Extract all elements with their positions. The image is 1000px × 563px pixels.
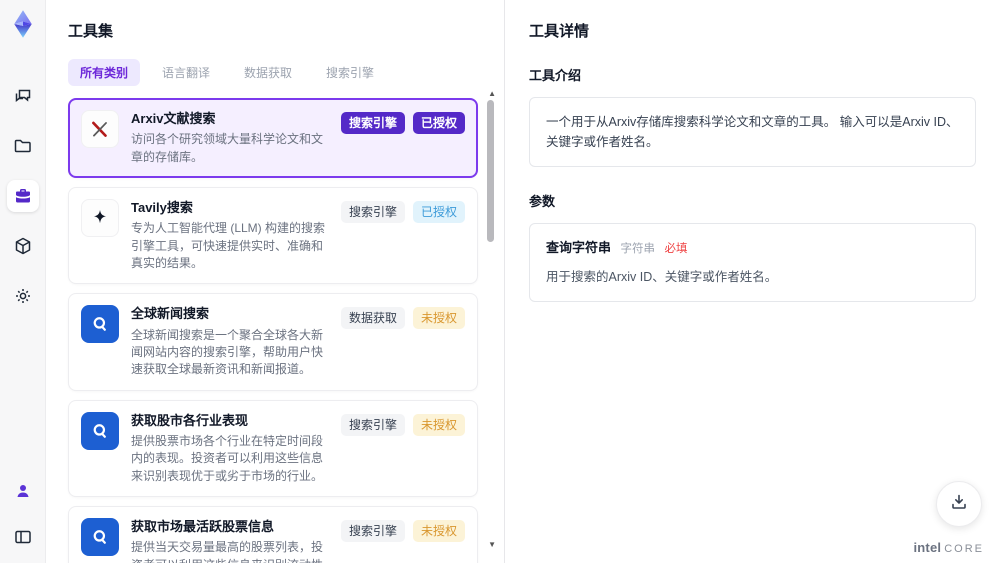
sidebar-item-files[interactable] — [7, 130, 39, 162]
tool-description: 提供股票市场各个行业在特定时间段内的表现。投资者可以利用这些信息来识别表现优于或… — [131, 433, 324, 483]
chat-icon — [13, 86, 33, 106]
category-badge: 搜索引擎 — [340, 520, 405, 543]
param-header: 查询字符串 字符串 必填 — [546, 238, 959, 259]
sidebar-item-models[interactable] — [7, 230, 39, 262]
params-heading: 参数 — [529, 194, 556, 209]
auth-badge: 未授权 — [412, 413, 465, 436]
auth-badge: 未授权 — [412, 520, 465, 543]
folder-icon — [13, 136, 33, 156]
param-name: 查询字符串 — [546, 240, 612, 255]
param-type: 字符串 — [620, 243, 656, 255]
auth-badge: 未授权 — [412, 307, 465, 330]
tab-1[interactable]: 语言翻译 — [150, 59, 222, 86]
auth-badge: 已授权 — [412, 112, 465, 134]
blue-search-icon — [81, 411, 119, 450]
auth-badge: 已授权 — [412, 200, 465, 223]
tool-description: 全球新闻搜索是一个聚合全球各大新闻网站内容的搜索引擎，帮助用户快速获取全球最新资… — [131, 327, 324, 377]
intro-heading: 工具介绍 — [529, 68, 582, 83]
tool-card[interactable]: Tavily搜索 专为人工智能代理 (LLM) 构建的搜索引擎工具，可快速提供实… — [68, 186, 478, 285]
blue-search-icon — [81, 305, 119, 344]
brand-core: CORE — [944, 543, 984, 555]
download-icon — [949, 492, 969, 517]
app-logo-icon[interactable] — [5, 6, 41, 42]
panel-layout-icon — [13, 527, 33, 547]
tab-3[interactable]: 搜索引擎 — [314, 59, 386, 86]
arxiv-icon — [81, 110, 119, 148]
tool-title: 获取股市各行业表现 — [131, 412, 249, 428]
sidebar-item-chat[interactable] — [7, 80, 39, 112]
tool-list: Arxiv文献搜索 访问各个研究领域大量科学论文和文章的存储库。 搜索引擎 已授… — [68, 98, 478, 563]
tool-card[interactable]: 获取股市各行业表现 提供股票市场各个行业在特定时间段内的表现。投资者可以利用这些… — [68, 399, 478, 498]
category-badge: 搜索引擎 — [340, 413, 405, 436]
app-window: 工具集 所有类别 语言翻译 数据获取 搜索引擎 Arxiv文献搜索 访问各个研究领域大… — [0, 0, 1000, 563]
sidebar-item-settings[interactable] — [7, 280, 39, 312]
intro-box: 一个用于从Arxiv存储库搜索科学论文和文章的工具。 输入可以是Arxiv ID… — [529, 97, 976, 167]
param-box: 查询字符串 字符串 必填 用于搜索的Arxiv ID、关键字或作者姓名。 — [529, 223, 976, 302]
category-badge: 数据获取 — [340, 307, 405, 330]
category-badge: 搜索引擎 — [340, 200, 405, 223]
category-badge: 搜索引擎 — [340, 112, 405, 134]
tool-description: 访问各个研究领域大量科学论文和文章的存储库。 — [131, 132, 324, 164]
tool-title: 全球新闻搜索 — [131, 306, 210, 322]
sidebar-item-tools[interactable] — [6, 180, 39, 212]
scrollbar-thumb[interactable] — [487, 100, 494, 242]
param-required-badge: 必填 — [664, 243, 688, 255]
tool-card[interactable]: 全球新闻搜索 全球新闻搜索是一个聚合全球各大新闻网站内容的搜索引擎，帮助用户快速… — [68, 293, 478, 391]
download-button[interactable] — [936, 481, 982, 527]
param-description: 用于搜索的Arxiv ID、关键字或作者姓名。 — [546, 269, 778, 284]
tool-description: 提供当天交易量最高的股票列表，投资者可以利用这些信息来识别流动性强的股票和潜在的… — [131, 540, 324, 563]
sparkle-icon — [81, 198, 119, 237]
user-avatar-icon — [13, 481, 33, 501]
scrollbar-track[interactable] — [487, 100, 494, 540]
tool-title: 获取市场最活跃股票信息 — [131, 519, 275, 535]
tool-card[interactable]: 获取市场最活跃股票信息 提供当天交易量最高的股票列表，投资者可以利用这些信息来识… — [68, 506, 478, 563]
cube-icon — [13, 236, 33, 256]
tool-list-panel: 工具集 所有类别 语言翻译 数据获取 搜索引擎 Arxiv文献搜索 访问各个研究领域大… — [46, 0, 504, 563]
tab-2[interactable]: 数据获取 — [232, 59, 304, 86]
intel-core-logo: intel CORE — [913, 540, 984, 555]
tab-0[interactable]: 所有类别 — [68, 59, 141, 86]
sidebar-item-collapse[interactable] — [7, 521, 39, 553]
page-title: 工具集 — [68, 23, 114, 40]
tool-title: Tavily搜索 — [131, 199, 193, 215]
category-tabs: 所有类别 语言翻译 数据获取 搜索引擎 — [68, 59, 478, 86]
toolbox-icon — [13, 186, 33, 206]
brand-intel: intel — [913, 540, 942, 555]
scroll-down-arrow[interactable]: ▼ — [488, 541, 496, 549]
tool-title: Arxiv文献搜索 — [131, 111, 216, 126]
intro-text: 一个用于从Arxiv存储库搜索科学论文和文章的工具。 输入可以是Arxiv ID… — [546, 115, 959, 149]
tool-details-panel: 工具详情 工具介绍 一个用于从Arxiv存储库搜索科学论文和文章的工具。 输入可… — [504, 0, 1000, 563]
blue-search-icon — [81, 518, 119, 557]
tool-description: 专为人工智能代理 (LLM) 构建的搜索引擎工具，可快速提供实时、准确和真实的结… — [131, 221, 326, 270]
gear-icon — [13, 286, 33, 306]
details-title: 工具详情 — [529, 23, 590, 40]
scroll-up-arrow[interactable]: ▲ — [488, 90, 496, 98]
sidebar-item-account[interactable] — [7, 475, 39, 507]
sidebar — [0, 0, 46, 563]
tool-card[interactable]: Arxiv文献搜索 访问各个研究领域大量科学论文和文章的存储库。 搜索引擎 已授… — [68, 98, 478, 178]
